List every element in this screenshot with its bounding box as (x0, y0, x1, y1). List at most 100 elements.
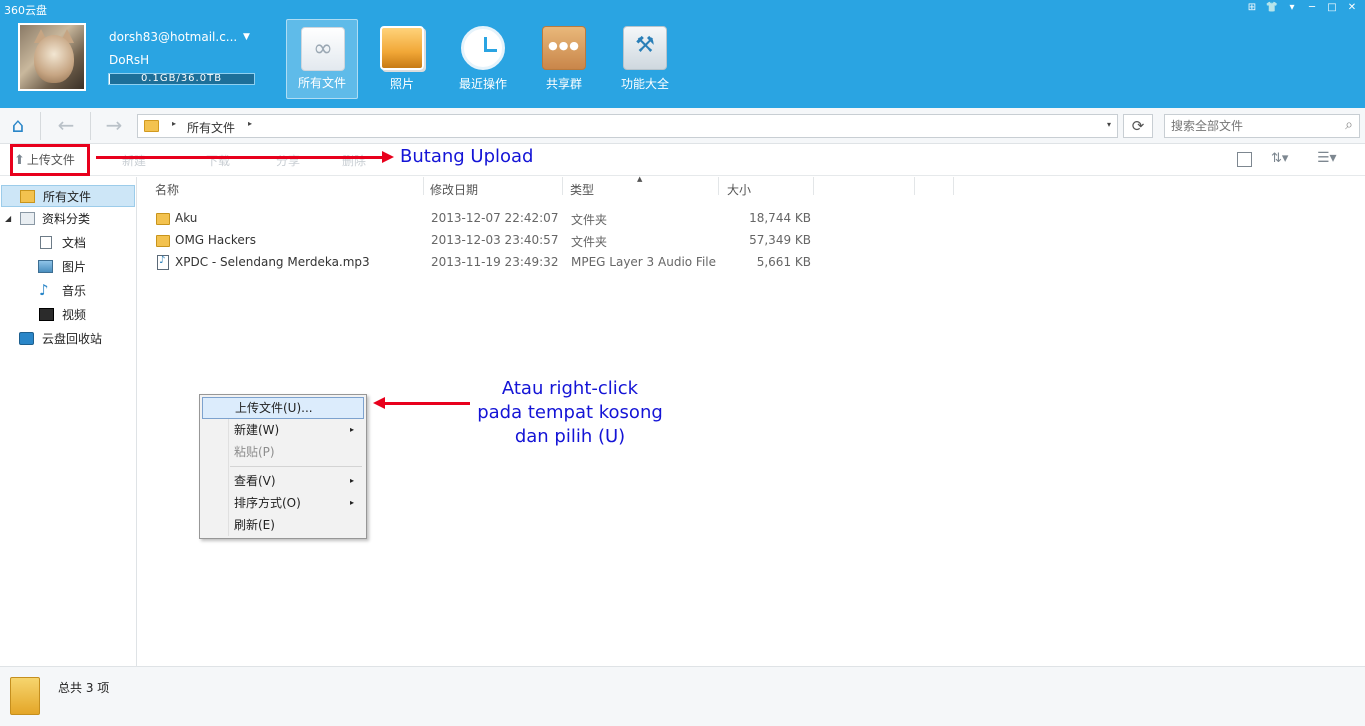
context-menu-label: 新建(W) (234, 423, 280, 437)
theme-icon[interactable]: 👕 (1265, 2, 1279, 14)
chevron-right-icon[interactable]: ▸ (248, 119, 252, 128)
file-type: MPEG Layer 3 Audio File (571, 255, 717, 269)
submenu-arrow-icon: ▸ (349, 498, 354, 507)
annotation-arrow-head (382, 151, 394, 163)
sidebar-item-label: 文档 (62, 236, 87, 250)
file-size: 5,661 KB (756, 255, 811, 269)
document-icon (40, 236, 52, 249)
skin-icon[interactable]: ⊞ (1245, 2, 1259, 14)
context-menu-label: 粘贴(P) (234, 445, 275, 459)
avatar[interactable] (18, 23, 86, 91)
path-breadcrumb[interactable]: ▸ 所有文件 ▸ ▾ (137, 114, 1118, 138)
download-button[interactable]: 下载 (206, 152, 230, 169)
sort-ascending-icon: ▲ (637, 175, 643, 183)
context-menu-upload[interactable]: 上传文件(U)... (202, 397, 364, 419)
address-bar: ⌂ ← → ▸ 所有文件 ▸ ▾ ⟳ ⌕ (0, 108, 1365, 144)
sidebar-item-all-files[interactable]: 所有文件 (1, 185, 135, 207)
photos-icon (380, 26, 424, 70)
file-size: 18,744 KB (749, 211, 811, 225)
column-header-size[interactable]: 大小 (727, 181, 751, 198)
chevron-right-icon[interactable]: ▸ (172, 119, 176, 128)
video-icon (39, 308, 54, 321)
nav-tab-label: 功能大全 (620, 77, 669, 91)
forward-arrow-icon[interactable]: → (99, 114, 129, 138)
table-row[interactable]: OMG Hackers 2013-12-03 23:40:57 文件夹 57,3… (138, 230, 838, 252)
new-button[interactable]: 新建 (122, 152, 146, 169)
sidebar-item-music[interactable]: ♪ 音乐 (0, 280, 134, 302)
nav-tab-recent[interactable]: 最近操作 (447, 19, 519, 99)
storage-quota-text: 0.1GB/36.0TB (140, 73, 223, 84)
breadcrumb-all-files[interactable]: 所有文件 (187, 119, 235, 136)
sidebar-item-documents[interactable]: 文档 (0, 232, 134, 254)
submenu-arrow-icon: ▸ (349, 476, 354, 485)
search-input[interactable] (1165, 115, 1333, 137)
delete-button[interactable]: 删除 (342, 152, 366, 169)
file-list-header: 名称 修改日期 类型 ▲ 大小 (138, 175, 1365, 201)
context-menu-sort[interactable]: 排序方式(O) ▸ (202, 492, 364, 514)
home-icon[interactable]: ⌂ (6, 114, 30, 138)
annotation-arrow (96, 156, 386, 159)
nav-tab-tools[interactable]: 功能大全 (609, 19, 681, 99)
chevron-down-icon[interactable]: ▼ (243, 32, 250, 42)
back-arrow-icon[interactable]: ← (51, 114, 81, 138)
sidebar-item-recycle-bin[interactable]: 云盘回收站 (0, 328, 134, 350)
file-size: 57,349 KB (749, 233, 811, 247)
column-divider[interactable] (914, 177, 915, 195)
column-divider[interactable] (953, 177, 954, 195)
folder-icon (156, 235, 170, 247)
divider (40, 112, 41, 140)
preview-pane-icon[interactable] (1237, 152, 1252, 167)
sidebar-item-category[interactable]: ◢ 资料分类 (0, 208, 134, 230)
column-header-name[interactable]: 名称 (155, 181, 179, 198)
maximize-icon[interactable]: □ (1325, 2, 1339, 14)
column-divider[interactable] (718, 177, 719, 195)
category-icon (20, 212, 35, 225)
folder-icon (156, 213, 170, 225)
sidebar-item-label: 图片 (62, 260, 87, 274)
context-menu-view[interactable]: 查看(V) ▸ (202, 470, 364, 492)
nav-tab-share-group[interactable]: 共享群 (528, 19, 600, 99)
clock-icon (461, 26, 505, 70)
column-header-modified[interactable]: 修改日期 (430, 181, 478, 198)
share-group-icon (542, 26, 586, 70)
context-menu-separator (230, 466, 362, 467)
nav-tab-label: 照片 (389, 77, 414, 91)
table-row[interactable]: XPDC - Selendang Merdeka.mp3 2013-11-19 … (138, 252, 838, 274)
user-email[interactable]: dorsh83@hotmail.c... (109, 30, 237, 44)
column-divider[interactable] (423, 177, 424, 195)
annotation-line: dan pilih (U) (514, 426, 626, 447)
sort-icon[interactable]: ⇅▾ (1271, 151, 1288, 166)
column-divider[interactable] (562, 177, 563, 195)
search-icon[interactable]: ⌕ (1345, 117, 1353, 133)
nav-tab-photos[interactable]: 照片 (366, 19, 438, 99)
file-name: Aku (175, 211, 198, 225)
minimize-icon[interactable]: ─ (1305, 2, 1319, 14)
context-menu-new[interactable]: 新建(W) ▸ (202, 419, 364, 441)
avatar-cat-face (34, 35, 74, 83)
list-view-icon[interactable]: ☰▾ (1317, 150, 1337, 166)
item-count: 总共 3 项 (58, 681, 110, 695)
context-menu-paste[interactable]: 粘贴(P) (202, 441, 364, 463)
table-row[interactable]: Aku 2013-12-07 22:42:07 文件夹 18,744 KB (138, 208, 838, 230)
context-menu-label: 刷新(E) (234, 518, 275, 532)
folder-icon (10, 677, 40, 715)
annotation-highlight-box (10, 144, 90, 176)
divider (90, 112, 91, 140)
share-button[interactable]: 分享 (276, 152, 300, 169)
context-menu-label: 查看(V) (234, 474, 276, 488)
expand-icon[interactable]: ◢ (5, 208, 11, 230)
close-icon[interactable]: ✕ (1345, 2, 1359, 14)
sidebar-item-video[interactable]: 视频 (0, 304, 134, 326)
nav-tab-all-files[interactable]: 所有文件 (286, 19, 358, 99)
context-menu-refresh[interactable]: 刷新(E) (202, 514, 364, 536)
file-type: 文件夹 (571, 235, 608, 249)
file-modified: 2013-11-19 23:49:32 (431, 255, 559, 269)
chevron-down-icon[interactable]: ▾ (1107, 120, 1111, 129)
menu-dropdown-icon[interactable]: ▾ (1285, 2, 1299, 14)
sidebar-item-images[interactable]: 图片 (0, 256, 134, 278)
column-header-type[interactable]: 类型 (570, 181, 594, 198)
sidebar-item-label: 音乐 (62, 284, 87, 298)
folder-icon (20, 190, 35, 203)
refresh-icon[interactable]: ⟳ (1123, 114, 1153, 138)
column-divider[interactable] (813, 177, 814, 195)
